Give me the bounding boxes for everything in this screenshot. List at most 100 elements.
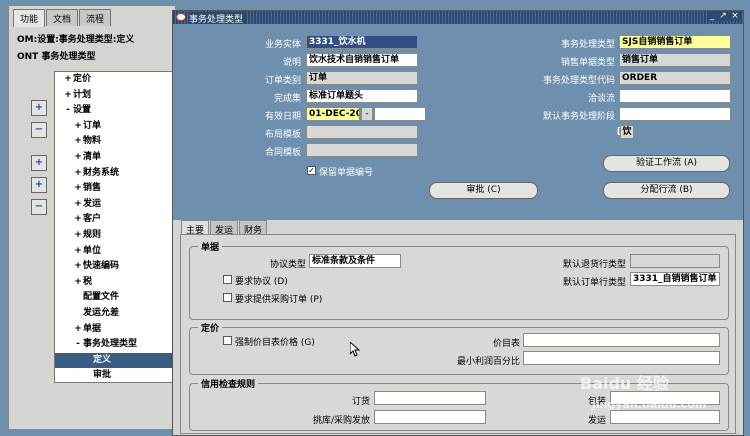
effective-date-to-field[interactable] — [374, 107, 426, 121]
min-margin-field[interactable] — [523, 351, 720, 365]
expand-node-icon[interactable]: + — [73, 212, 83, 228]
expand-node-icon[interactable]: + — [73, 228, 83, 244]
credit-ordering-field[interactable] — [374, 391, 486, 405]
credit-picking-field[interactable] — [374, 410, 486, 424]
expand-branch-button[interactable]: + — [31, 155, 47, 171]
expand-node-icon[interactable]: + — [73, 150, 83, 166]
collapse-all-button[interactable]: − — [31, 199, 47, 215]
expand-node-icon[interactable]: + — [73, 275, 83, 291]
default-return-line-type-field[interactable] — [630, 254, 720, 268]
collapse-button[interactable]: − — [31, 122, 47, 138]
tree-item[interactable]: +清单 — [55, 150, 177, 166]
tree-item[interactable]: 配置文件 — [55, 290, 177, 306]
tree-item[interactable]: +发运 — [55, 197, 177, 213]
tree-item[interactable]: 发运允差 — [55, 306, 177, 322]
fulfillment-set-field[interactable]: 标准订单题头 — [306, 89, 418, 103]
navigator-responsibility: ONT 事务处理类型 — [17, 52, 96, 62]
tree-item-label: 设置 — [73, 105, 92, 116]
collapse-node-icon[interactable]: - — [63, 103, 73, 119]
effective-date-label: 有效日期 — [264, 112, 301, 122]
expand-node-icon[interactable]: + — [73, 134, 83, 150]
tree-item-label: 税 — [83, 276, 93, 287]
tree-item-label: 规则 — [83, 229, 102, 240]
tree-item[interactable]: 定义 — [55, 352, 177, 369]
tree-item[interactable]: +订单 — [55, 119, 177, 135]
expand-node-icon[interactable]: + — [73, 259, 83, 275]
tree-item-label: 客户 — [83, 214, 102, 225]
tree-item[interactable]: +快速编码 — [55, 259, 177, 275]
tree-item[interactable]: 审批 — [55, 368, 177, 382]
tree-item-label: 单位 — [83, 245, 102, 256]
pricing-group: 定价 强制价目表价格 (G) 价目表 最小利润百分比 — [189, 321, 729, 375]
tree-item[interactable]: +计划 — [55, 88, 177, 104]
tree-item[interactable]: +单据 — [55, 322, 177, 338]
operating-unit-label: 业务实体 — [264, 40, 301, 50]
tree-item[interactable]: +销售 — [55, 181, 177, 197]
agreement-type-field[interactable]: 标准条款及条件 — [309, 254, 401, 268]
window-titlebar[interactable]: 事务处理类型 _ ↗ × — [173, 11, 743, 25]
tree-item[interactable]: +单位 — [55, 244, 177, 260]
watermark-url: jingyan.baidu.com — [592, 398, 707, 411]
tree-item-label: 事务处理类型 — [83, 339, 138, 350]
validate-workflow-button[interactable]: 验证工作流 (A) — [603, 155, 730, 172]
expand-node-icon[interactable]: + — [73, 119, 83, 135]
retain-doc-number-label: 保留单据编号 — [319, 168, 374, 178]
expand-node-icon[interactable]: + — [63, 88, 73, 104]
transaction-type-field[interactable]: SJS自销销售订单 — [619, 35, 731, 49]
enforce-list-price-checkbox[interactable] — [223, 336, 232, 345]
tree-item[interactable]: +税 — [55, 275, 177, 291]
tab-shipping[interactable]: 发运 — [210, 220, 239, 236]
price-list-field[interactable] — [523, 333, 720, 347]
approval-button[interactable]: 审批 (C) — [429, 182, 538, 199]
credit-shipping-field[interactable] — [610, 410, 720, 424]
tree-item[interactable]: - 事务处理类型 — [55, 337, 177, 353]
tree-item[interactable]: +财务系统 — [55, 166, 177, 182]
header-region: 业务实体 3331_饮水机 说明 饮水技术自销销售订单 订单类别 订单 完成集 … — [173, 24, 743, 220]
tab-functions[interactable]: 功能 — [13, 9, 46, 27]
effective-date-from-field[interactable]: 01-DEC-200 — [306, 107, 360, 121]
order-category-field[interactable]: 订单 — [306, 71, 418, 85]
expand-node-icon[interactable]: + — [73, 197, 83, 213]
expand-button[interactable]: + — [31, 100, 47, 116]
tab-main[interactable]: 主要 — [181, 220, 210, 236]
function-tree[interactable]: +定价 +计划 - 设置 +订单 +物料 +清单 +财务系统 +销售 +发运 +客户 +规则 +单位 +快… — [54, 71, 178, 383]
assign-line-flows-button[interactable]: 分配行流 (B) — [603, 182, 730, 199]
tree-item[interactable]: +定价 — [55, 72, 177, 88]
expand-node-icon[interactable]: + — [73, 181, 83, 197]
require-agreement-checkbox[interactable] — [223, 275, 232, 284]
default-phase-field[interactable] — [619, 107, 731, 121]
minus-icon: − — [34, 124, 44, 135]
expand-node-icon[interactable]: + — [73, 322, 83, 338]
tree-item[interactable]: - 设置 — [55, 103, 177, 119]
require-po-checkbox[interactable] — [223, 293, 232, 302]
pricing-group-title: 定价 — [198, 321, 223, 334]
tree-item[interactable]: +规则 — [55, 228, 177, 244]
tree-item[interactable]: +物料 — [55, 134, 177, 150]
tab-documents[interactable]: 文档 — [46, 9, 79, 26]
tab-finance[interactable]: 财务 — [239, 220, 268, 236]
maximize-icon[interactable]: ↗ — [718, 11, 728, 21]
tree-item-label: 订单 — [83, 120, 102, 131]
collapse-node-icon[interactable]: - — [73, 337, 83, 353]
close-icon[interactable]: × — [730, 11, 740, 21]
description-field[interactable]: 饮水技术自销销售订单 — [306, 53, 418, 67]
expand-all-button[interactable]: + — [31, 177, 47, 193]
expand-node-icon[interactable]: + — [73, 166, 83, 182]
transaction-type-code-field[interactable]: ORDER — [619, 71, 731, 85]
expand-node-icon[interactable]: + — [73, 244, 83, 260]
expand-node-icon[interactable]: + — [63, 72, 73, 88]
tab-processes[interactable]: 流程 — [79, 9, 112, 26]
sales-doc-type-field[interactable]: 销售订单 — [619, 53, 731, 67]
credit-shipping-label: 发运 — [587, 416, 606, 426]
minimize-icon[interactable]: _ — [707, 11, 717, 21]
tree-item-label: 单据 — [83, 323, 102, 334]
default-phase-label: 默认事务处理阶段 — [542, 112, 615, 122]
negotiation-flow-field[interactable] — [619, 89, 731, 103]
tree-item[interactable]: +客户 — [55, 212, 177, 228]
descriptive-flexfield[interactable]: 饮 — [620, 125, 634, 139]
retain-doc-number-checkbox[interactable]: ✓ — [307, 166, 316, 175]
contract-template-field[interactable] — [306, 143, 418, 157]
default-order-line-type-field[interactable]: 3331_自销销售订单 — [630, 272, 720, 286]
operating-unit-field[interactable]: 3331_饮水机 — [306, 35, 418, 49]
layout-template-field[interactable] — [306, 125, 418, 139]
